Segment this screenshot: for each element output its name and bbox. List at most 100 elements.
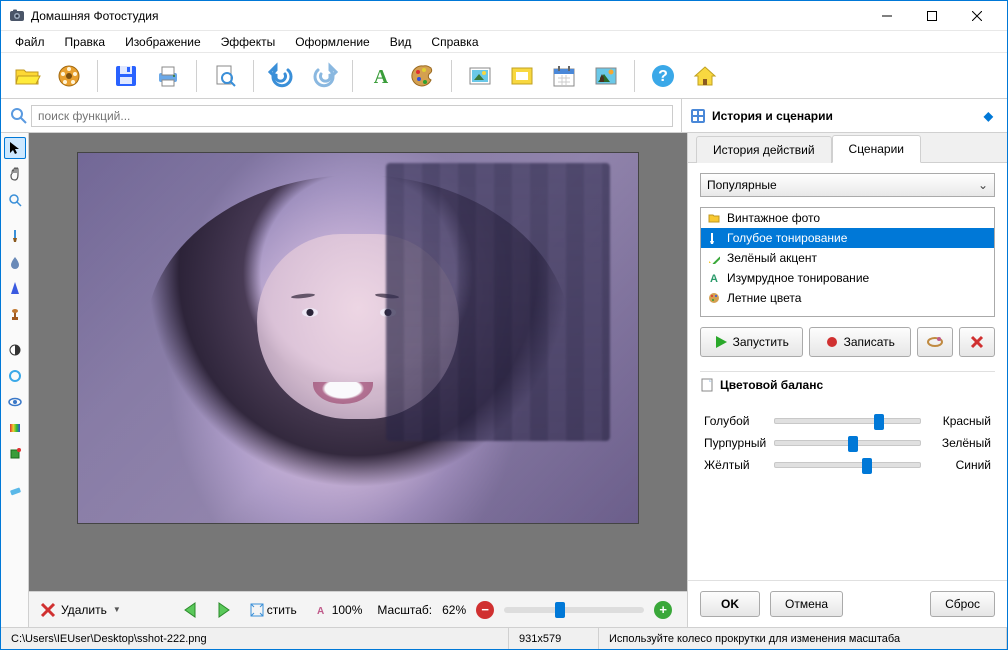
balance-right-label: Красный bbox=[929, 414, 991, 428]
frame-button[interactable] bbox=[504, 58, 540, 94]
palette-button[interactable] bbox=[405, 58, 441, 94]
balance-slider[interactable] bbox=[774, 462, 921, 468]
right-panel-tabs: История действий Сценарии bbox=[688, 133, 1007, 163]
help-button[interactable]: ? bbox=[645, 58, 681, 94]
reset-button[interactable]: Сброс bbox=[930, 591, 995, 617]
pointer-tool[interactable] bbox=[4, 137, 26, 159]
brush-icon bbox=[927, 334, 943, 350]
menu-item[interactable]: Изображение bbox=[117, 33, 209, 51]
page-icon bbox=[700, 378, 714, 392]
maximize-button[interactable] bbox=[909, 1, 954, 30]
scenario-row[interactable]: A Изумрудное тонирование bbox=[701, 268, 994, 288]
edit-scenario-button[interactable] bbox=[917, 327, 953, 357]
search-page-button[interactable] bbox=[207, 58, 243, 94]
gradient-tool[interactable] bbox=[4, 417, 26, 439]
scenario-label: Винтажное фото bbox=[727, 211, 820, 225]
hue-tool[interactable] bbox=[4, 365, 26, 387]
scenario-row[interactable]: Винтажное фото bbox=[701, 208, 994, 228]
minimize-button[interactable] bbox=[864, 1, 909, 30]
status-dimensions: 931x579 bbox=[509, 628, 599, 649]
image-button[interactable] bbox=[462, 58, 498, 94]
balance-slider[interactable] bbox=[774, 440, 921, 446]
redo-button[interactable] bbox=[306, 58, 342, 94]
searchbar: История и сценарии ◆ bbox=[1, 99, 1007, 133]
titlebar: Домашняя Фотостудия bbox=[1, 1, 1007, 31]
eraser-tool[interactable] bbox=[4, 479, 26, 501]
scenario-label: Изумрудное тонирование bbox=[727, 271, 869, 285]
delete-scenario-button[interactable] bbox=[959, 327, 995, 357]
film-button[interactable] bbox=[51, 58, 87, 94]
svg-text:A: A bbox=[374, 66, 389, 88]
record-button[interactable]: Записать bbox=[809, 327, 912, 357]
status-path: C:\Users\IEUser\Desktop\sshot-222.png bbox=[1, 628, 509, 649]
sharpen-tool[interactable] bbox=[4, 277, 26, 299]
postcard-button[interactable] bbox=[588, 58, 624, 94]
calendar-button[interactable] bbox=[546, 58, 582, 94]
prev-button[interactable] bbox=[181, 601, 203, 619]
menubar: ФайлПравкаИзображениеЭффектыОформление Ви… bbox=[1, 31, 1007, 53]
zoom-out-button[interactable]: − bbox=[476, 601, 494, 619]
menu-item[interactable]: Эффекты bbox=[213, 33, 284, 51]
canvas-area: Удалить ▼ стить A 100% Масштаб: 62% − + bbox=[29, 133, 687, 627]
tab-scenarios[interactable]: Сценарии bbox=[832, 135, 921, 163]
zoom100-button[interactable]: A 100% bbox=[312, 601, 368, 619]
main: Удалить ▼ стить A 100% Масштаб: 62% − + … bbox=[1, 133, 1007, 627]
zoom-in-button[interactable]: + bbox=[654, 601, 672, 619]
record-icon bbox=[825, 335, 839, 349]
status-hint: Используйте колесо прокрутки для изменен… bbox=[599, 628, 1007, 649]
zoom-value: 62% bbox=[442, 603, 466, 617]
brush-tool[interactable] bbox=[4, 225, 26, 247]
close-button[interactable] bbox=[954, 1, 999, 30]
scenario-icon: A bbox=[707, 272, 721, 284]
contrast-tool[interactable] bbox=[4, 339, 26, 361]
scenario-label: Зелёный акцент bbox=[727, 251, 817, 265]
collapse-button[interactable]: ◆ bbox=[984, 109, 993, 123]
scenario-icon bbox=[707, 252, 721, 264]
svg-text:A: A bbox=[317, 606, 324, 616]
eye-tool[interactable] bbox=[4, 391, 26, 413]
toolbar: A ? bbox=[1, 53, 1007, 99]
zoom-tool[interactable] bbox=[4, 189, 26, 211]
tab-history[interactable]: История действий bbox=[696, 136, 832, 163]
history-icon bbox=[690, 108, 706, 124]
menu-item[interactable]: Справка bbox=[423, 33, 486, 51]
home-button[interactable] bbox=[687, 58, 723, 94]
tool-strip bbox=[1, 133, 29, 627]
save-button[interactable] bbox=[108, 58, 144, 94]
delete-label: Удалить bbox=[61, 603, 107, 617]
text-button[interactable]: A bbox=[363, 58, 399, 94]
balance-slider[interactable] bbox=[774, 418, 921, 424]
stamp-tool[interactable] bbox=[4, 303, 26, 325]
balance-row: Голубой Красный bbox=[704, 414, 991, 428]
delete-button[interactable]: Удалить ▼ bbox=[39, 601, 121, 619]
scenario-row[interactable]: Зелёный акцент bbox=[701, 248, 994, 268]
canvas-viewport[interactable] bbox=[29, 133, 687, 591]
balance-right-label: Зелёный bbox=[929, 436, 991, 450]
crop-tool[interactable] bbox=[4, 443, 26, 465]
run-button[interactable]: Запустить bbox=[700, 327, 803, 357]
balance-row: ЖёлтыйСиний bbox=[704, 458, 991, 472]
ok-button[interactable]: OK bbox=[700, 591, 760, 617]
zoom-slider[interactable] bbox=[504, 607, 644, 613]
cancel-button[interactable]: Отмена bbox=[770, 591, 843, 617]
category-combo[interactable]: Популярные bbox=[700, 173, 995, 197]
balance-left-label: Голубой bbox=[704, 414, 766, 428]
open-button[interactable] bbox=[9, 58, 45, 94]
next-button[interactable] bbox=[213, 601, 235, 619]
menu-item[interactable]: Оформление bbox=[287, 33, 377, 51]
menu-item[interactable]: Правка bbox=[57, 33, 114, 51]
blur-tool[interactable] bbox=[4, 251, 26, 273]
scenario-icon bbox=[707, 292, 721, 304]
fit-button[interactable]: стить bbox=[245, 601, 302, 619]
scenario-label: Голубое тонирование bbox=[727, 231, 847, 245]
scenario-list[interactable]: Винтажное фото Голубое тонирование Зелёный… bbox=[700, 207, 995, 317]
window-title: Домашняя Фотостудия bbox=[31, 9, 864, 23]
scenario-row[interactable]: Летние цвета bbox=[701, 288, 994, 308]
undo-button[interactable] bbox=[264, 58, 300, 94]
menu-item[interactable]: Вид bbox=[382, 33, 420, 51]
scenario-row[interactable]: Голубое тонирование bbox=[701, 228, 994, 248]
search-input[interactable] bbox=[31, 105, 673, 127]
print-button[interactable] bbox=[150, 58, 186, 94]
menu-item[interactable]: Файл bbox=[7, 33, 53, 51]
hand-tool[interactable] bbox=[4, 163, 26, 185]
